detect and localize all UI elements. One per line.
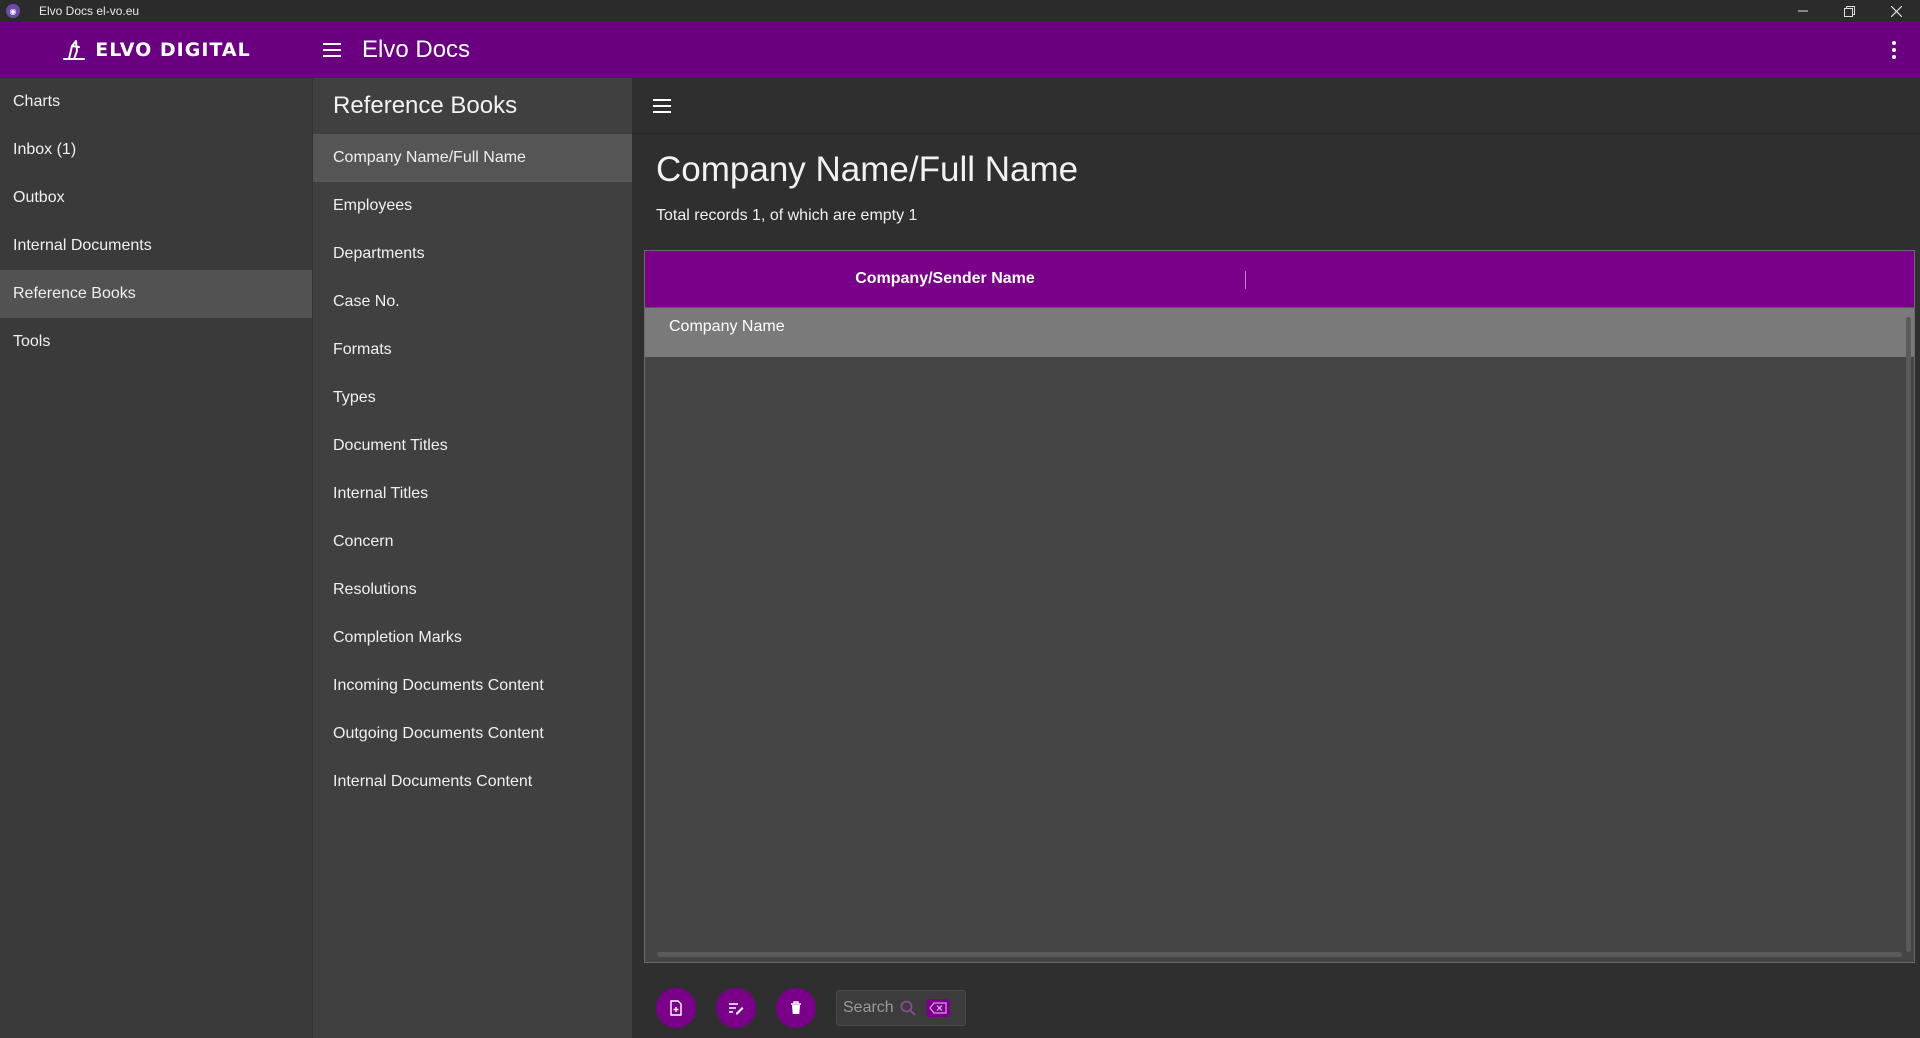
ref-item-internal-titles[interactable]: Internal Titles bbox=[313, 470, 632, 518]
window-title: Elvo Docs el-vo.eu bbox=[39, 4, 140, 18]
ref-item-employees[interactable]: Employees bbox=[313, 182, 632, 230]
app-bar: ELVO DIGITAL Elvo Docs bbox=[0, 22, 1920, 78]
clear-search-button[interactable] bbox=[925, 999, 950, 1017]
main-nav: Charts Inbox (1) Outbox Internal Documen… bbox=[0, 78, 312, 1038]
content-toolbar bbox=[632, 78, 1920, 134]
ref-item-case-no[interactable]: Case No. bbox=[313, 278, 632, 326]
add-record-button[interactable] bbox=[656, 988, 696, 1028]
nav-item-inbox[interactable]: Inbox (1) bbox=[0, 126, 312, 174]
search-icon[interactable] bbox=[900, 1000, 916, 1016]
more-options-icon[interactable] bbox=[1882, 36, 1906, 64]
ref-item-incoming-content[interactable]: Incoming Documents Content bbox=[313, 662, 632, 710]
hamburger-icon bbox=[323, 43, 341, 57]
new-document-icon bbox=[670, 1000, 682, 1016]
hamburger-icon bbox=[653, 98, 671, 113]
ref-item-internal-content[interactable]: Internal Documents Content bbox=[313, 758, 632, 806]
table-cell: Company Name bbox=[669, 318, 785, 335]
ref-item-company-name[interactable]: Company Name/Full Name bbox=[313, 134, 632, 182]
window-titlebar: ◉ Elvo Docs el-vo.eu bbox=[0, 0, 1920, 22]
ref-item-types[interactable]: Types bbox=[313, 374, 632, 422]
page-title: Company Name/Full Name bbox=[656, 150, 1079, 189]
panel-menu-button[interactable] bbox=[648, 92, 676, 120]
logo-text: ELVO DIGITAL bbox=[95, 39, 251, 61]
table-row[interactable]: Company Name bbox=[645, 307, 1914, 357]
search-input[interactable]: Search bbox=[843, 999, 894, 1017]
table-header: Company/Sender Name bbox=[645, 251, 1914, 307]
backspace-icon bbox=[928, 1002, 947, 1014]
restore-icon[interactable] bbox=[1826, 0, 1873, 22]
nav-item-charts[interactable]: Charts bbox=[0, 78, 312, 126]
main-content: Company Name/Full Name Total records 1, … bbox=[632, 78, 1920, 1038]
app-logo-icon: ◉ bbox=[6, 4, 20, 18]
nav-item-reference-books[interactable]: Reference Books bbox=[0, 270, 312, 318]
nav-item-internal-documents[interactable]: Internal Documents bbox=[0, 222, 312, 270]
elvo-logo-icon bbox=[63, 40, 86, 60]
window-controls bbox=[1779, 0, 1920, 22]
trash-icon bbox=[791, 1001, 801, 1014]
ref-item-outgoing-content[interactable]: Outgoing Documents Content bbox=[313, 710, 632, 758]
ref-item-departments[interactable]: Departments bbox=[313, 230, 632, 278]
ref-item-concern[interactable]: Concern bbox=[313, 518, 632, 566]
horizontal-scrollbar[interactable] bbox=[657, 952, 1902, 957]
edit-list-icon bbox=[729, 1003, 744, 1015]
ref-item-completion-marks[interactable]: Completion Marks bbox=[313, 614, 632, 662]
brand-logo: ELVO DIGITAL bbox=[0, 37, 312, 63]
column-resize-handle[interactable] bbox=[1245, 271, 1246, 289]
reference-books-panel: Reference Books Company Name/Full Name E… bbox=[312, 78, 632, 1038]
delete-record-button[interactable] bbox=[776, 988, 816, 1028]
nav-item-outbox[interactable]: Outbox bbox=[0, 174, 312, 222]
vertical-scrollbar[interactable] bbox=[1906, 317, 1911, 952]
ref-item-resolutions[interactable]: Resolutions bbox=[313, 566, 632, 614]
menu-toggle-button[interactable] bbox=[312, 30, 352, 70]
column-header-company-sender[interactable]: Company/Sender Name bbox=[645, 270, 1245, 288]
minimize-icon[interactable] bbox=[1779, 0, 1826, 22]
ref-item-document-titles[interactable]: Document Titles bbox=[313, 422, 632, 470]
ref-item-formats[interactable]: Formats bbox=[313, 326, 632, 374]
nav-item-tools[interactable]: Tools bbox=[0, 318, 312, 366]
data-table: Company/Sender Name Company Name bbox=[644, 250, 1915, 963]
edit-record-button[interactable] bbox=[716, 988, 756, 1028]
table-actions: Search bbox=[656, 985, 966, 1031]
close-icon[interactable] bbox=[1873, 0, 1920, 22]
app-title: Elvo Docs bbox=[362, 36, 471, 63]
search-field[interactable]: Search bbox=[836, 990, 966, 1026]
records-summary: Total records 1, of which are empty 1 bbox=[656, 207, 918, 224]
reference-books-heading: Reference Books bbox=[333, 92, 518, 119]
